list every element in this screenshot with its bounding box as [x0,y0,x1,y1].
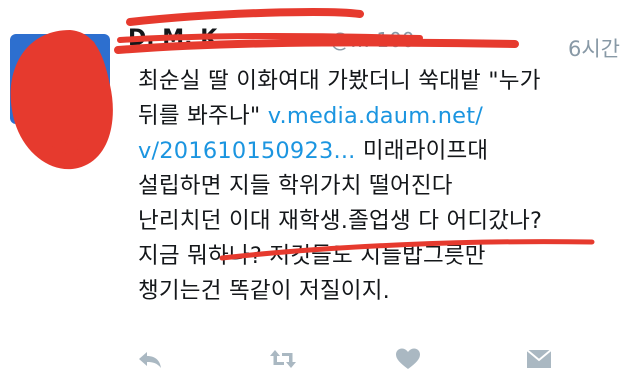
direct-message-button[interactable] [524,346,554,372]
heart-icon [396,348,420,369]
envelope-icon [526,349,552,368]
tweet-text-line: 챙기는건 똑같이 저질이지. [138,278,390,304]
retweet-icon [270,350,296,368]
display-name[interactable]: D. M. K [128,26,217,51]
handle: @… 100 [330,28,415,52]
reply-button[interactable] [135,346,165,372]
tweet-text-line: 난리치던 이대 재학생.졸업생 다 어디갔나? [138,208,543,234]
tweet-link-continued[interactable]: v/201610150923... [138,138,356,164]
tweet-text-line: 최순실 딸 이화여대 가봤더니 쑥대밭 "누가 [138,68,541,94]
reply-icon [139,352,161,368]
tweet-actions [0,340,640,380]
tweet-text-line: 설립하면 지들 학위가치 떨어진다 [138,173,453,199]
tweet-link[interactable]: v.media.daum.net/ [268,103,483,129]
tweet-timestamp[interactable]: 6시간 [568,33,620,63]
tweet-text-line: 뒤를 봐주나" v.media.daum.net/ [138,99,628,134]
tweet-text-segment: 미래라이프대 [355,138,489,164]
tweet-text-line: 지금 뭐하나? 저것들도 지들밥그릇만 [138,243,486,269]
tweet-card: D. M. K @… 100 6시간 최순실 딸 이화여대 가봤더니 쑥대밭 "… [0,0,640,386]
retweet-button[interactable] [268,346,298,372]
tweet-text: 최순실 딸 이화여대 가봤더니 쑥대밭 "누가 뒤를 봐주나" v.media.… [138,64,628,309]
like-button[interactable] [393,346,423,372]
tweet-text-line: v/201610150923... 미래라이프대 [138,134,628,169]
tweet-text-segment: 뒤를 봐주나" [138,103,261,129]
avatar[interactable] [10,34,110,124]
